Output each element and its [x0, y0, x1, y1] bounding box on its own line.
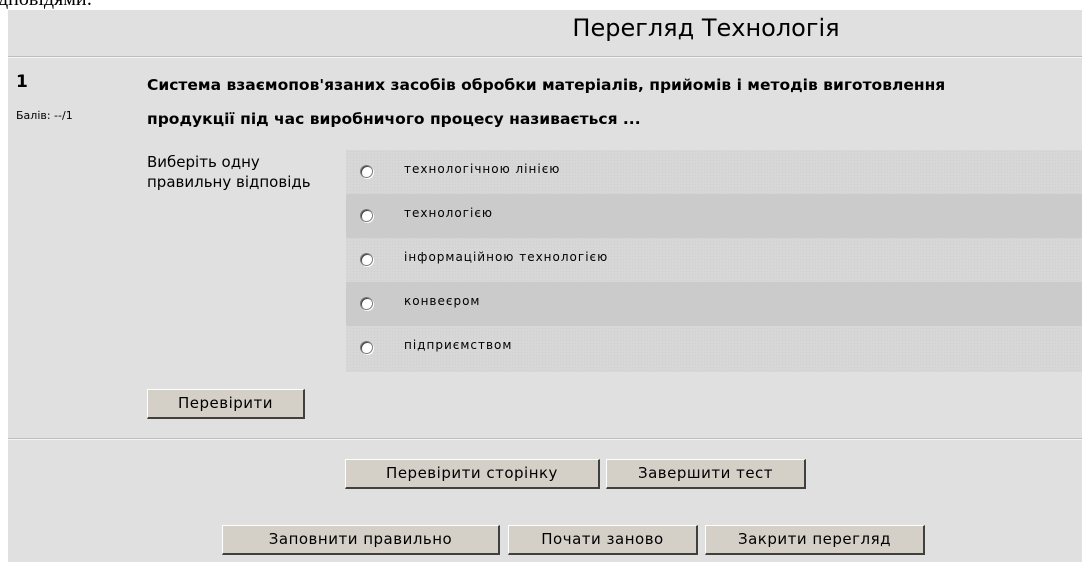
answer-option[interactable]: технологічною лінією — [346, 150, 1082, 194]
question-text-line: Система взаємопов'язаних засобів обробки… — [147, 76, 946, 94]
question-number: 1 — [16, 72, 28, 92]
answer-prompt: Виберіть одну правильну відповідь — [147, 153, 311, 191]
question-text: Система взаємопов'язаних засобів обробки… — [147, 68, 1082, 136]
answer-label[interactable]: інформаційною технологією — [404, 250, 608, 264]
radio-button[interactable] — [360, 253, 373, 266]
radio-button[interactable] — [360, 341, 373, 354]
question-text-line: продукції під час виробничого процесу на… — [147, 110, 641, 128]
divider-highlight — [8, 57, 1082, 58]
check-page-button[interactable]: Перевірити сторінку — [345, 459, 600, 489]
page-title: Перегляд Технологія — [572, 14, 840, 42]
answer-option[interactable]: технологією — [346, 194, 1082, 238]
answer-option[interactable]: підприємством — [346, 326, 1082, 370]
answer-option[interactable]: інформаційною технологією — [346, 238, 1082, 282]
answer-label[interactable]: підприємством — [404, 338, 512, 352]
check-button[interactable]: Перевірити — [147, 389, 305, 419]
quiz-preview-panel: Перегляд Технологія 1 Балів: --/1 Систем… — [8, 10, 1082, 562]
start-again-button[interactable]: Почати заново — [508, 525, 698, 555]
radio-button[interactable] — [360, 297, 373, 310]
answer-options: технологічною лінією технологією інформа… — [346, 150, 1082, 372]
answer-label[interactable]: конвеєром — [404, 294, 481, 308]
fill-correct-button[interactable]: Заповнити правильно — [222, 525, 500, 555]
answer-label[interactable]: технологічною лінією — [404, 162, 560, 176]
answer-label[interactable]: технологією — [404, 206, 493, 220]
finish-test-button[interactable]: Завершити тест — [606, 459, 806, 489]
question-grade: Балів: --/1 — [16, 109, 73, 122]
radio-button[interactable] — [360, 165, 373, 178]
radio-button[interactable] — [360, 209, 373, 222]
divider-highlight — [8, 439, 1082, 440]
close-preview-button[interactable]: Закрити перегляд — [705, 525, 925, 555]
answer-option[interactable]: конвеєром — [346, 282, 1082, 326]
